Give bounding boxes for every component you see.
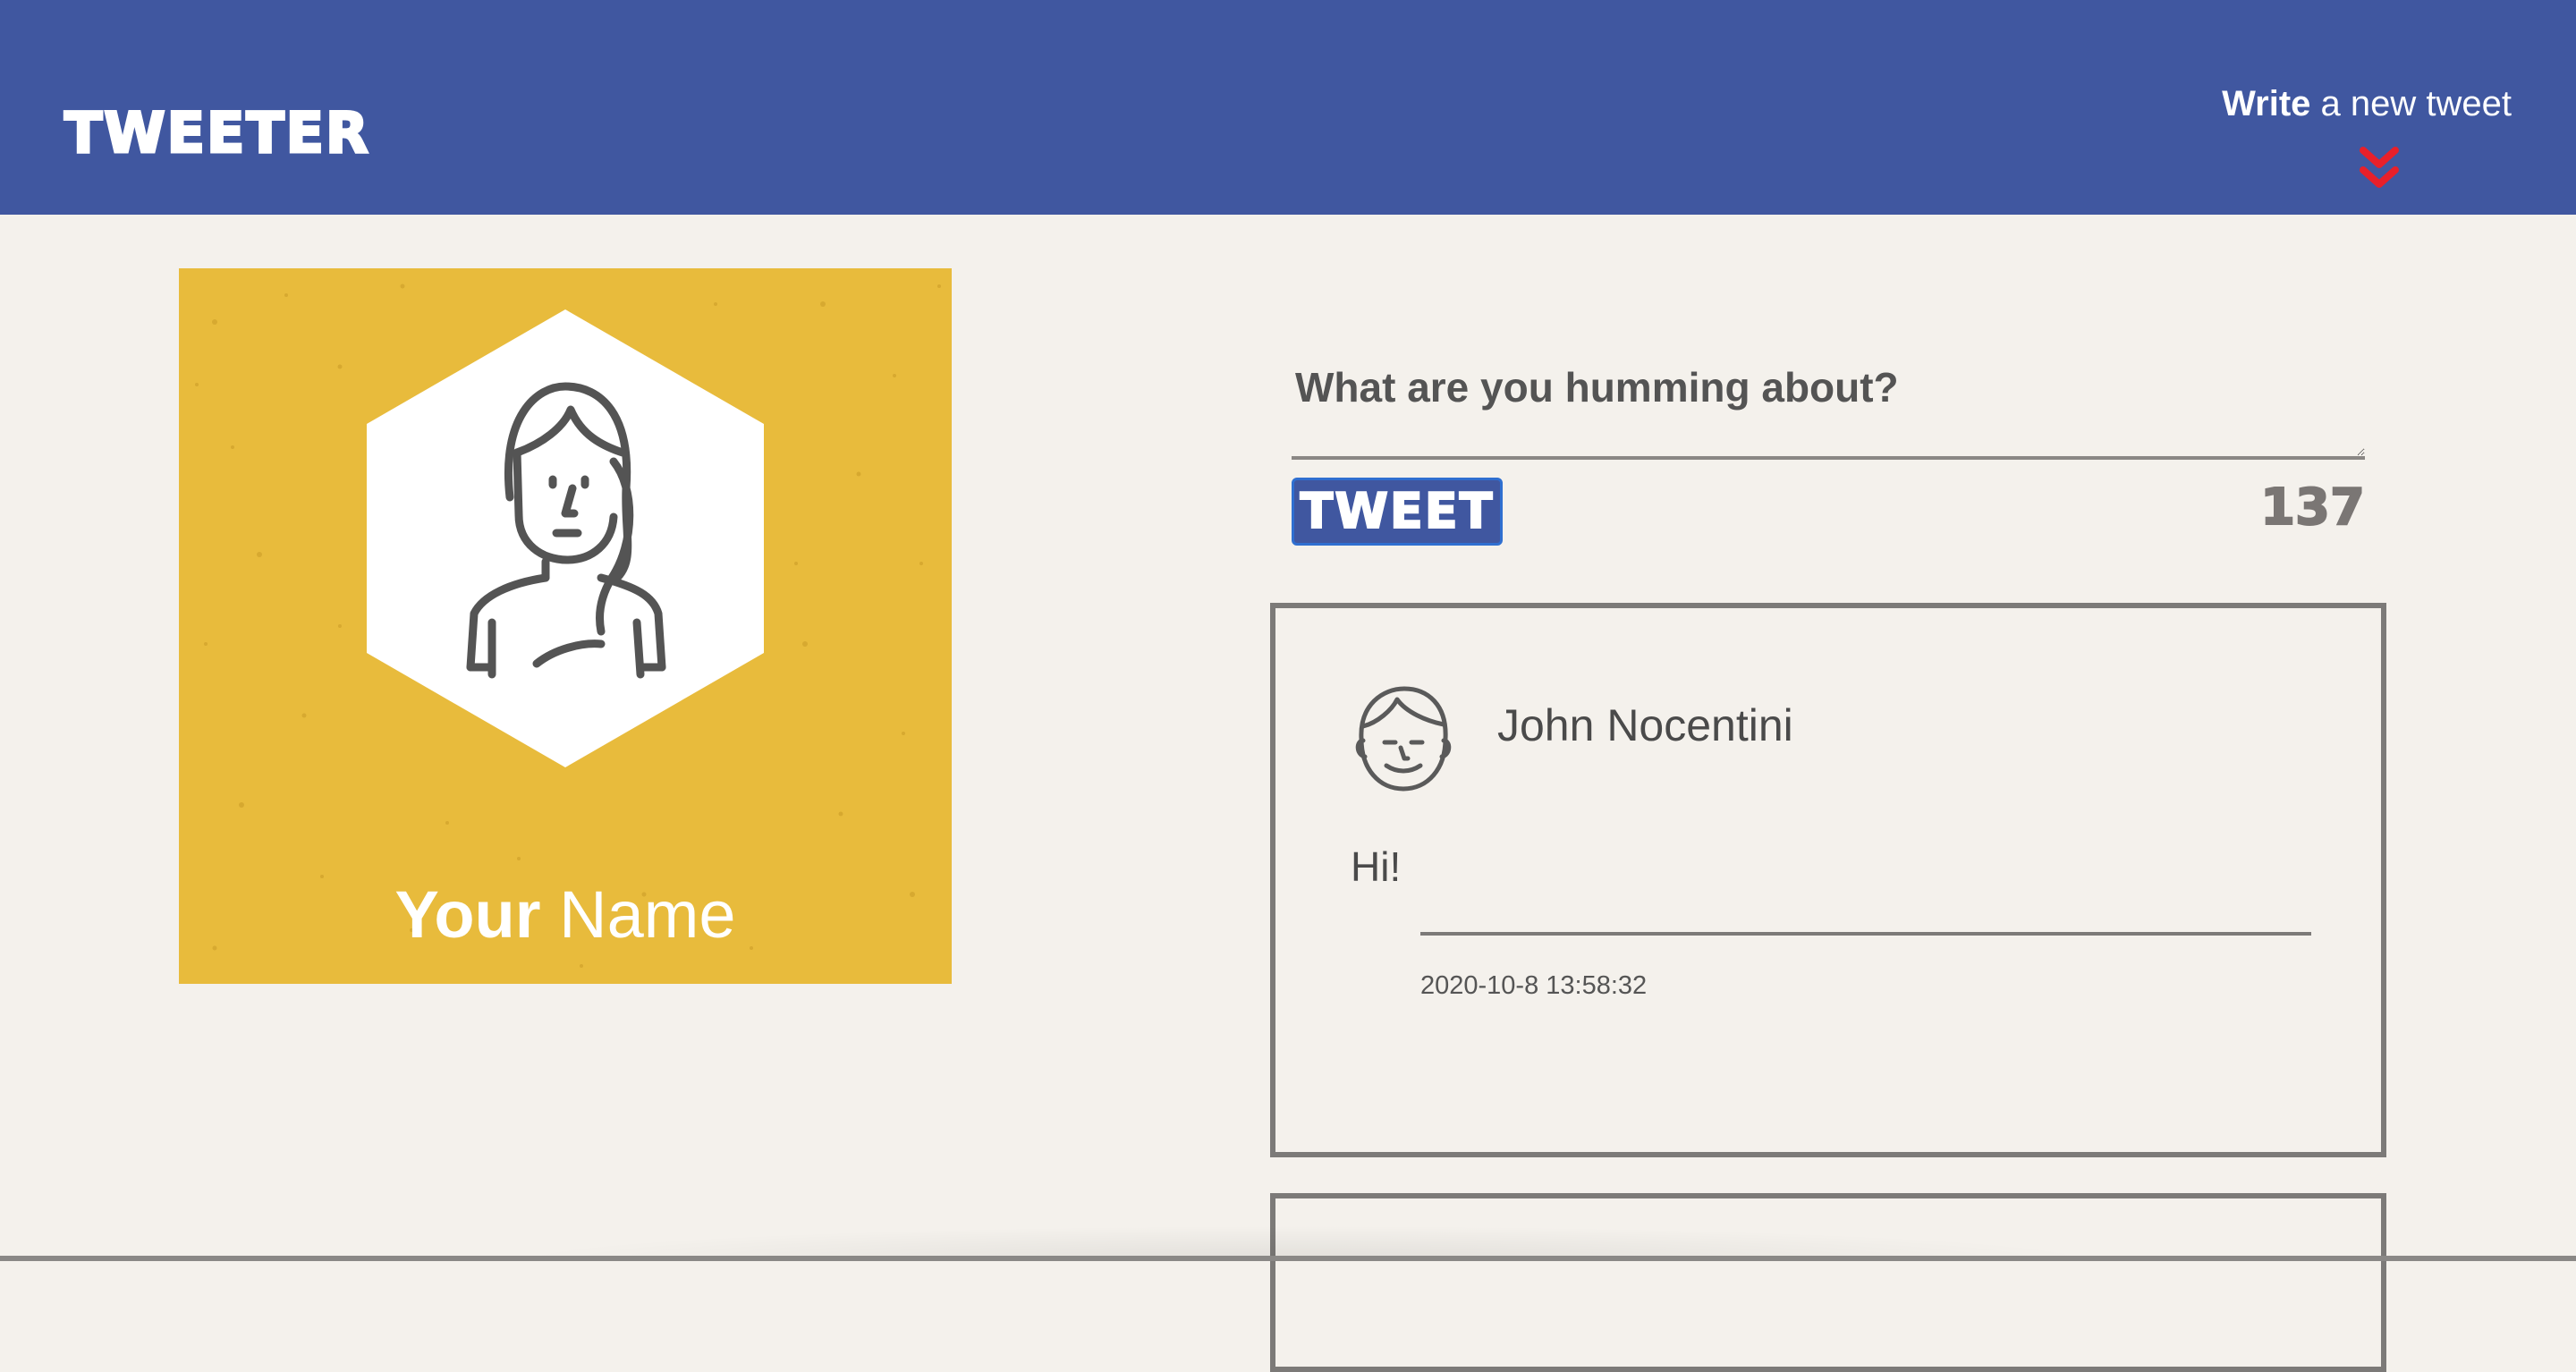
profile-name: Your Name [179,882,952,948]
character-counter: 137 [2259,479,2366,537]
profile-card: Your Name [179,268,952,984]
tweet-card: John Nocentini Hi! 2020-10-8 13:58:32 [1270,603,2386,1157]
top-nav: TWEETER Write a new tweet [0,0,2576,215]
compose-link-rest: a new tweet [2310,84,2512,123]
tweet-body: Hi! [1351,843,1402,890]
tweet-divider [1420,932,2311,936]
tweet-submit-button[interactable]: TWEET [1292,478,1503,546]
profile-name-rest: Name [540,877,736,952]
tweet-author-name[interactable]: John Nocentini [1497,703,1793,748]
write-new-tweet-link[interactable]: Write a new tweet [2222,86,2512,122]
tweet-textarea[interactable] [1292,349,2365,460]
user-avatar-icon [1355,686,1452,792]
new-tweet-form: TWEET 137 [1292,349,2366,546]
compose-link-bold: Write [2222,84,2311,123]
window-bottom-edge [0,1256,2576,1261]
profile-name-bold: Your [394,877,541,952]
tweet-timestamp: 2020-10-8 13:58:32 [1420,971,1648,1000]
user-avatar-icon[interactable] [367,309,764,767]
brand-logo[interactable]: TWEETER [64,104,370,162]
double-chevron-down-icon[interactable] [2358,145,2401,193]
tweet-card-partial [1270,1193,2386,1372]
